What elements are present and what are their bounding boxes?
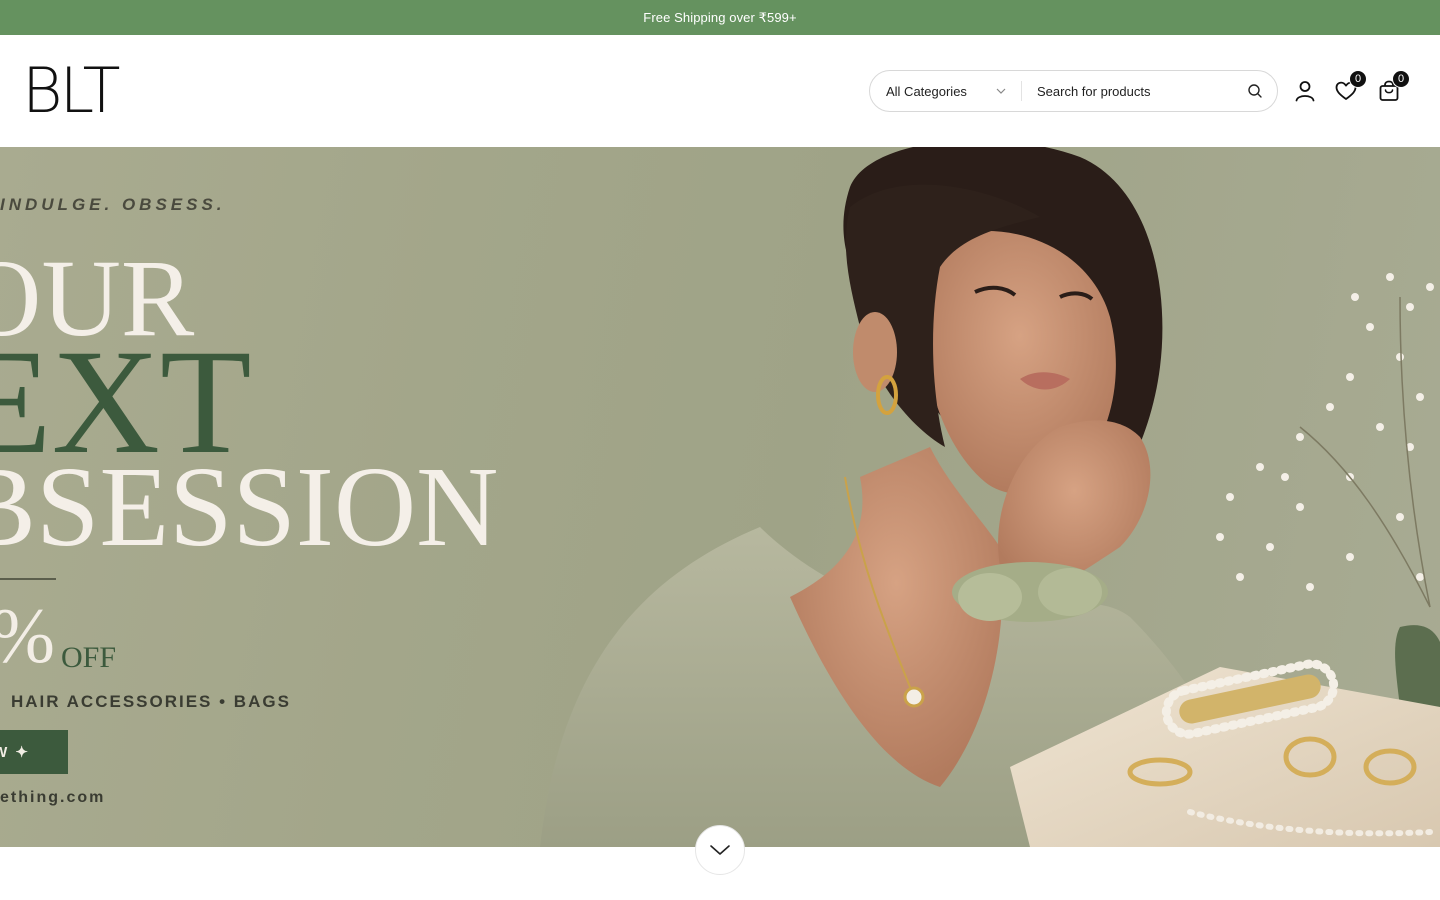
- category-select[interactable]: All Categories: [870, 71, 1021, 111]
- chevron-down-icon: [996, 88, 1006, 94]
- announcement-bar: Free Shipping over ₹599+: [0, 0, 1440, 35]
- scroll-down-button[interactable]: [695, 825, 745, 875]
- hero-categories: HAIR ACCESSORIES • BAGS: [11, 692, 291, 711]
- hero-tagline: INDULGE. OBSESS.: [0, 195, 226, 214]
- cart-button[interactable]: 0: [1377, 70, 1410, 103]
- wishlist-button[interactable]: 0: [1334, 70, 1367, 103]
- chevron-down-icon: [710, 845, 730, 855]
- brand-logo[interactable]: BLT: [22, 60, 120, 122]
- search-icon: [1248, 84, 1262, 98]
- announcement-text: Free Shipping over ₹599+: [643, 9, 797, 25]
- site-header: BLT All Categories 0: [0, 35, 1440, 147]
- search-bar: All Categories: [869, 70, 1278, 112]
- hero-divider: [0, 578, 56, 580]
- user-icon: [1295, 81, 1315, 102]
- hero-discount-suffix: OFF: [61, 641, 117, 674]
- search-button[interactable]: [1233, 71, 1277, 111]
- hero-discount: %: [0, 597, 55, 675]
- cart-count-badge: 0: [1392, 70, 1410, 88]
- search-input[interactable]: [1022, 71, 1233, 111]
- hero-banner[interactable]: INDULGE. OBSESS. OUR EXT BSESSION % OFF …: [0, 147, 1440, 847]
- hero-website: ething.com: [0, 789, 106, 806]
- account-button[interactable]: [1293, 79, 1317, 103]
- hero-headline-line3: BSESSION: [0, 443, 499, 570]
- wishlist-count-badge: 0: [1349, 70, 1367, 88]
- category-select-value: All Categories: [886, 83, 967, 99]
- hero-shop-now-button[interactable]: W ✦: [0, 730, 68, 774]
